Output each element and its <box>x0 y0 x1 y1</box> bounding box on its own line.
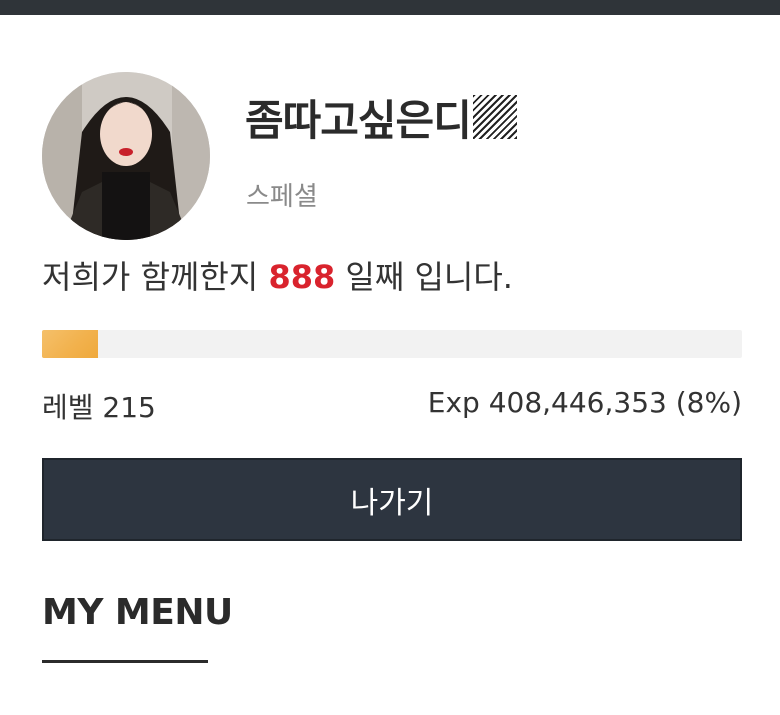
exit-button-label: 나가기 <box>350 485 434 521</box>
level-label: 레벨 215 <box>42 391 156 424</box>
top-bar <box>0 0 780 15</box>
menu-title-underline <box>42 660 208 663</box>
exp-progress-fill <box>42 330 98 358</box>
username: 좀따고싶은디 <box>245 88 517 146</box>
redacted-mark <box>472 95 517 139</box>
member-grade: 스페셜 <box>246 182 318 212</box>
together-suffix: 일째 입니다. <box>335 258 513 296</box>
exp-progress-bar <box>42 330 742 358</box>
exp-label: Exp 408,446,353 (8%) <box>427 386 742 419</box>
avatar <box>42 72 210 240</box>
username-text: 좀따고싶은디 <box>245 95 472 145</box>
together-days: 888 <box>268 258 336 296</box>
my-menu-title: MY MENU <box>42 592 233 633</box>
exit-button[interactable]: 나가기 <box>42 458 742 541</box>
membership-days-text: 저희가 함께한지 888 일째 입니다. <box>42 252 513 298</box>
together-prefix: 저희가 함께한지 <box>42 258 269 296</box>
